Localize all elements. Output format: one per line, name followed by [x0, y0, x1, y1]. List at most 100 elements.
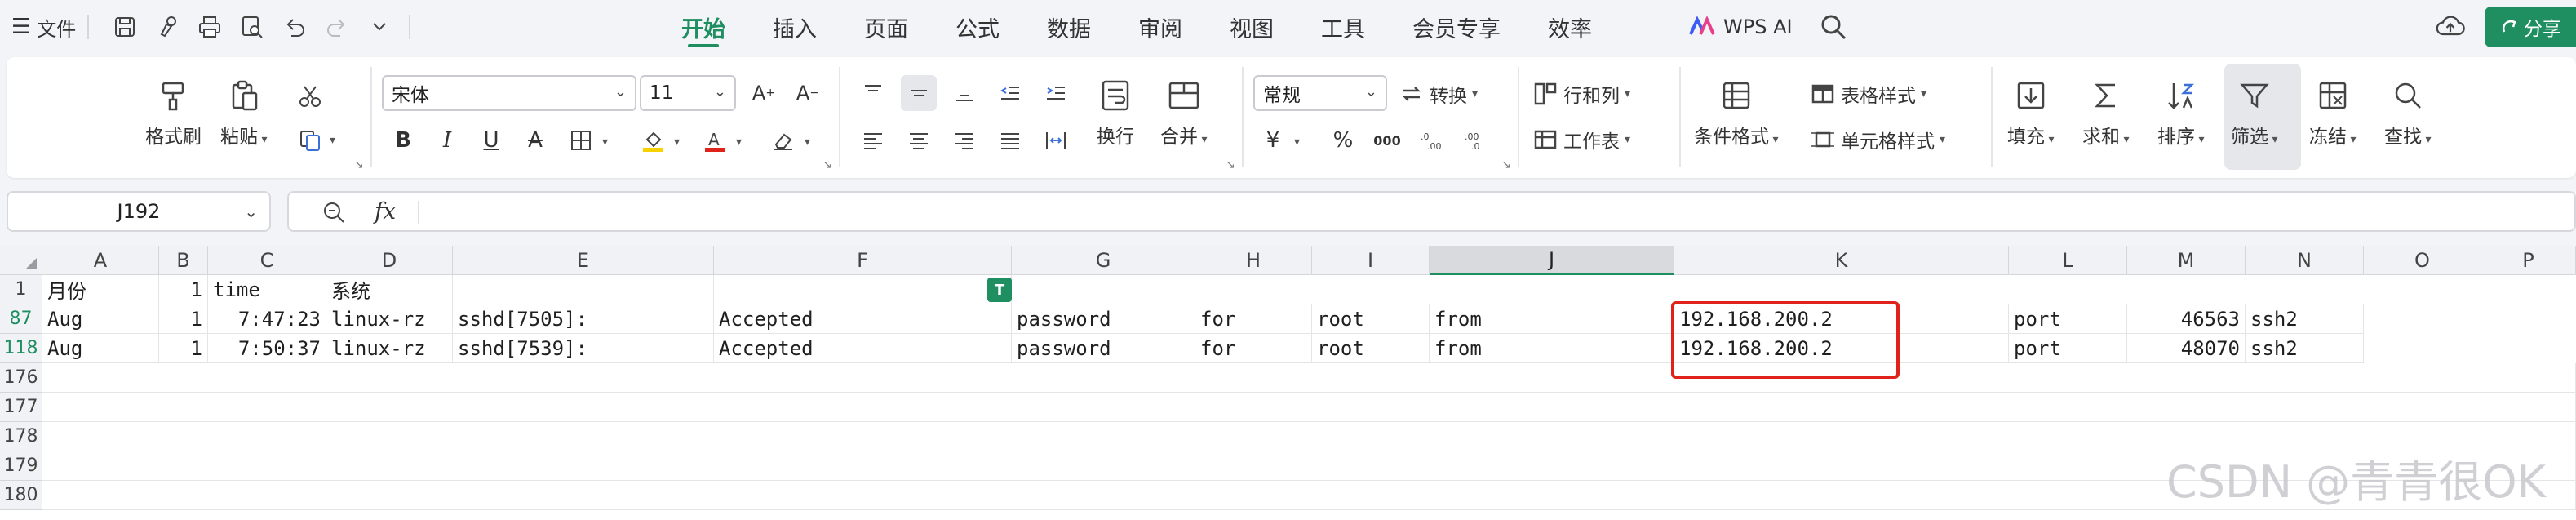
column-header-k[interactable]: K: [1674, 246, 2009, 275]
cell-a1[interactable]: 月份: [42, 275, 159, 304]
cell-a87[interactable]: Aug: [42, 304, 159, 334]
tab-insert[interactable]: 插入: [773, 0, 817, 54]
column-header-m[interactable]: M: [2127, 246, 2246, 275]
column-header-n[interactable]: N: [2246, 246, 2364, 275]
brush-icon[interactable]: [149, 9, 185, 45]
wrap-text-button[interactable]: 换行: [1097, 77, 1134, 149]
clipboard-launcher-icon[interactable]: ↘: [354, 158, 366, 171]
cell-h87[interactable]: for: [1195, 304, 1312, 334]
paste-button[interactable]: 粘贴 ▾: [220, 77, 267, 149]
column-header-b[interactable]: B: [159, 246, 208, 275]
row-header-176[interactable]: 176: [0, 363, 42, 393]
filter-active-icon[interactable]: T: [987, 278, 1012, 302]
cut-icon[interactable]: [292, 78, 328, 114]
column-header-d[interactable]: D: [326, 246, 453, 275]
font-color-dropdown-icon[interactable]: ▾: [736, 136, 742, 149]
print-icon[interactable]: [192, 9, 228, 45]
cell-l118[interactable]: port: [2009, 334, 2127, 363]
tab-home[interactable]: 开始: [681, 0, 725, 54]
tab-page[interactable]: 页面: [864, 0, 908, 54]
cell-n118[interactable]: ssh2: [2246, 334, 2364, 363]
font-launcher-icon[interactable]: ↘: [822, 158, 834, 171]
cell-c118[interactable]: 7:50:37: [208, 334, 326, 363]
cell-j87[interactable]: from: [1430, 304, 1674, 334]
row-header-1[interactable]: 1: [0, 275, 42, 304]
tab-formula[interactable]: 公式: [955, 0, 1000, 54]
convert-button[interactable]: 转换 ▾: [1399, 80, 1478, 108]
cell-g87[interactable]: password: [1012, 304, 1195, 334]
cell-g118[interactable]: password: [1012, 334, 1195, 363]
decrease-decimal-icon[interactable]: .00.0: [1457, 122, 1493, 158]
cell-i87[interactable]: root: [1312, 304, 1430, 334]
cell-a118[interactable]: Aug: [42, 334, 159, 363]
undo-icon[interactable]: [277, 9, 313, 45]
merge-button[interactable]: 合并 ▾: [1160, 77, 1207, 149]
currency-dropdown-icon[interactable]: ▾: [1294, 136, 1300, 149]
worksheet-button[interactable]: 工作表 ▾: [1532, 126, 1630, 153]
distributed-align-icon[interactable]: [1038, 122, 1074, 158]
column-header-p[interactable]: P: [2481, 246, 2576, 275]
column-header-o[interactable]: O: [2364, 246, 2481, 275]
font-name-select[interactable]: 宋体 ⌄: [382, 75, 636, 111]
cell-b118[interactable]: 1: [159, 334, 208, 363]
cell-l87[interactable]: port: [2009, 304, 2127, 334]
cell-d1[interactable]: 系统: [326, 275, 453, 304]
format-painter-button[interactable]: 格式刷: [145, 77, 202, 149]
border-dropdown-icon[interactable]: ▾: [602, 136, 608, 149]
strikethrough-icon[interactable]: A: [517, 122, 553, 158]
cell-f118[interactable]: Accepted: [714, 334, 1012, 363]
align-left-icon[interactable]: [855, 122, 891, 158]
file-menu[interactable]: ☰ 文件: [11, 13, 76, 42]
wps-ai-button[interactable]: WPS AI: [1689, 0, 1793, 54]
increase-font-size-icon[interactable]: A +: [746, 75, 782, 111]
fill-button[interactable]: 填充 ▾: [2007, 77, 2054, 149]
cell-j118[interactable]: from: [1430, 334, 1674, 363]
currency-icon[interactable]: ¥: [1255, 122, 1291, 158]
align-top-icon[interactable]: [855, 75, 891, 111]
cell-n87[interactable]: ssh2: [2246, 304, 2364, 334]
share-button[interactable]: 分享: [2485, 7, 2576, 47]
thousands-separator-icon[interactable]: 000: [1369, 122, 1405, 158]
cell-style-button[interactable]: 单元格样式 ▾: [1810, 126, 1945, 153]
save-icon[interactable]: [107, 9, 143, 45]
print-preview-icon[interactable]: [234, 9, 270, 45]
font-color-icon[interactable]: A: [697, 122, 733, 158]
cell-m118[interactable]: 48070: [2127, 334, 2246, 363]
copy-dropdown-icon[interactable]: ▾: [330, 134, 335, 147]
empty-row[interactable]: [42, 393, 2576, 422]
row-header-118[interactable]: 118: [0, 334, 42, 363]
row-header-177[interactable]: 177: [0, 393, 42, 422]
border-icon[interactable]: [563, 122, 599, 158]
fill-color-icon[interactable]: [635, 122, 671, 158]
column-header-l[interactable]: L: [2009, 246, 2127, 275]
cell-e87[interactable]: sshd[7505]:: [453, 304, 714, 334]
cell-e118[interactable]: sshd[7539]:: [453, 334, 714, 363]
number-format-select[interactable]: 常规 ⌄: [1253, 75, 1387, 111]
tab-review[interactable]: 审阅: [1138, 0, 1182, 54]
redo-icon[interactable]: [319, 9, 355, 45]
formula-input[interactable]: fx: [287, 191, 2576, 232]
row-header-87[interactable]: 87: [0, 304, 42, 334]
cell-d87[interactable]: linux-rz: [326, 304, 453, 334]
column-header-f[interactable]: F: [714, 246, 1012, 275]
tab-data[interactable]: 数据: [1047, 0, 1091, 54]
row-header-178[interactable]: 178: [0, 422, 42, 451]
font-size-select[interactable]: 11 ⌄: [640, 75, 736, 111]
cell-m87[interactable]: 46563: [2127, 304, 2246, 334]
column-header-a[interactable]: A: [42, 246, 159, 275]
zoom-icon[interactable]: [321, 200, 346, 224]
column-header-g[interactable]: G: [1012, 246, 1195, 275]
tab-view[interactable]: 视图: [1230, 0, 1274, 54]
column-header-i[interactable]: I: [1312, 246, 1430, 275]
align-middle-icon[interactable]: [901, 75, 937, 111]
cell-b87[interactable]: 1: [159, 304, 208, 334]
filter-button[interactable]: 筛选 ▾: [2231, 77, 2277, 149]
align-center-icon[interactable]: [901, 122, 937, 158]
column-header-e[interactable]: E: [453, 246, 714, 275]
sort-button[interactable]: 排序 ▾: [2157, 77, 2204, 149]
cell-f1[interactable]: [714, 275, 1012, 304]
name-box[interactable]: J192 ⌄: [7, 191, 271, 232]
cell-f87[interactable]: Accepted: [714, 304, 1012, 334]
align-bottom-icon[interactable]: [947, 75, 982, 111]
decrease-font-size-icon[interactable]: A −: [790, 75, 826, 111]
